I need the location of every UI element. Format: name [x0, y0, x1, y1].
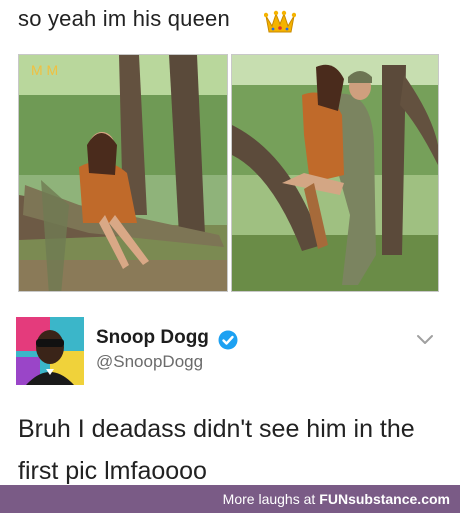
footer-prefix: More laughs at [222, 491, 316, 507]
chevron-down-icon[interactable] [416, 333, 434, 347]
tweet-text: Bruh I deadass didn't see him in the fir… [18, 415, 415, 485]
verified-badge-icon [218, 330, 238, 350]
couple-photo-image: M M [18, 54, 228, 292]
crown-icon [263, 8, 297, 34]
footer-brand-bold: FUN [319, 491, 349, 507]
svg-text:M M: M M [31, 62, 58, 78]
embrace-photo-image [231, 54, 439, 292]
author-handle[interactable]: @SnoopDogg [96, 352, 203, 372]
avatar[interactable] [16, 317, 84, 385]
post-caption: so yeah im his queen [18, 6, 230, 31]
footer-banner: More laughs at FUNsubstance.com [0, 485, 460, 513]
author-name[interactable]: Snoop Dogg [96, 327, 209, 349]
footer-link[interactable]: More laughs at FUNsubstance.com [223, 491, 450, 507]
footer-brand-rest: substance.com [348, 491, 450, 507]
